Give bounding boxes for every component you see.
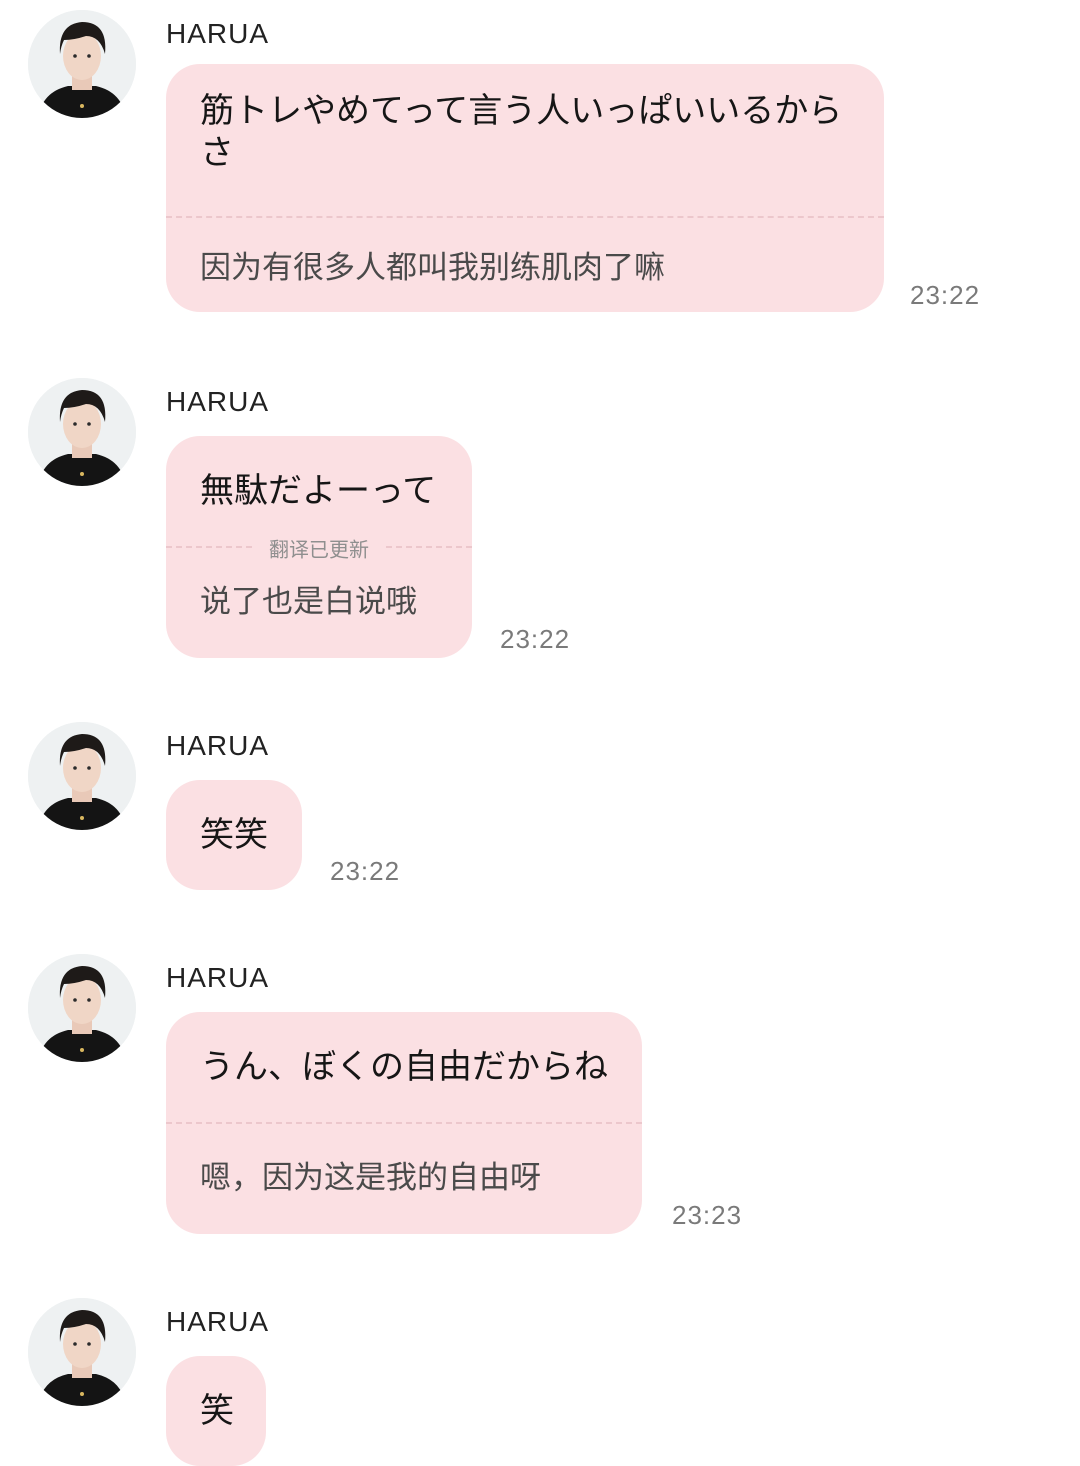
translation-divider (166, 1122, 642, 1124)
translation-divider (166, 216, 884, 218)
chat-message: HARUA 無駄だよーって 翻译已更新 说了也是白说哦 23:22 (0, 378, 1080, 668)
message-bubble[interactable]: 筋トレやめてって言う人いっぱいいるからさ 因为有很多人都叫我别练肌肉了嘛 (166, 64, 884, 312)
sender-name: HARUA (166, 386, 270, 417)
sender-name: HARUA (166, 730, 270, 761)
profile-photo-icon (28, 954, 136, 1062)
sender-name: HARUA (166, 962, 270, 993)
original-text: 笑笑 (200, 815, 268, 855)
avatar[interactable] (28, 10, 136, 118)
chat-message: HARUA 笑笑 23:22 (0, 722, 1080, 912)
chat-message: HARUA うん、ぼくの自由だからね 嗯，因为这是我的自由呀 23:23 (0, 954, 1080, 1244)
translation-updated-notice: 翻译已更新 (255, 533, 383, 563)
profile-photo-icon (28, 10, 136, 118)
original-text: 笑 (200, 1391, 234, 1431)
message-bubble[interactable]: 無駄だよーって 翻译已更新 说了也是白说哦 (166, 436, 472, 658)
timestamp: 23:23 (672, 1200, 743, 1230)
avatar[interactable] (28, 1298, 136, 1406)
sender-name: HARUA (166, 1306, 270, 1337)
message-bubble[interactable]: うん、ぼくの自由だからね 嗯，因为这是我的自由呀 (166, 1012, 642, 1234)
timestamp: 23:22 (910, 280, 981, 310)
profile-photo-icon (28, 1298, 136, 1406)
avatar[interactable] (28, 954, 136, 1062)
chat-message: HARUA 筋トレやめてって言う人いっぱいいるからさ 因为有很多人都叫我别练肌肉… (0, 10, 1080, 330)
sender-name: HARUA (166, 18, 270, 49)
message-bubble[interactable]: 笑 (166, 1356, 266, 1466)
timestamp: 23:22 (500, 624, 571, 654)
translated-text: 因为有很多人都叫我别练肌肉了嘛 (200, 250, 665, 286)
translated-text: 嗯，因为这是我的自由呀 (200, 1160, 541, 1196)
original-text: 筋トレやめてって言う人いっぱいいるからさ (200, 91, 843, 173)
profile-photo-icon (28, 722, 136, 830)
translation-divider: 翻译已更新 (166, 533, 472, 563)
avatar[interactable] (28, 722, 136, 830)
timestamp: 23:22 (330, 856, 401, 886)
original-text: 無駄だよーって (200, 471, 437, 511)
original-text: うん、ぼくの自由だからね (200, 1047, 608, 1087)
profile-photo-icon (28, 378, 136, 486)
message-bubble[interactable]: 笑笑 (166, 780, 302, 890)
translated-text: 说了也是白说哦 (200, 584, 417, 620)
avatar[interactable] (28, 378, 136, 486)
chat-message: HARUA 笑 (0, 1298, 1080, 1466)
